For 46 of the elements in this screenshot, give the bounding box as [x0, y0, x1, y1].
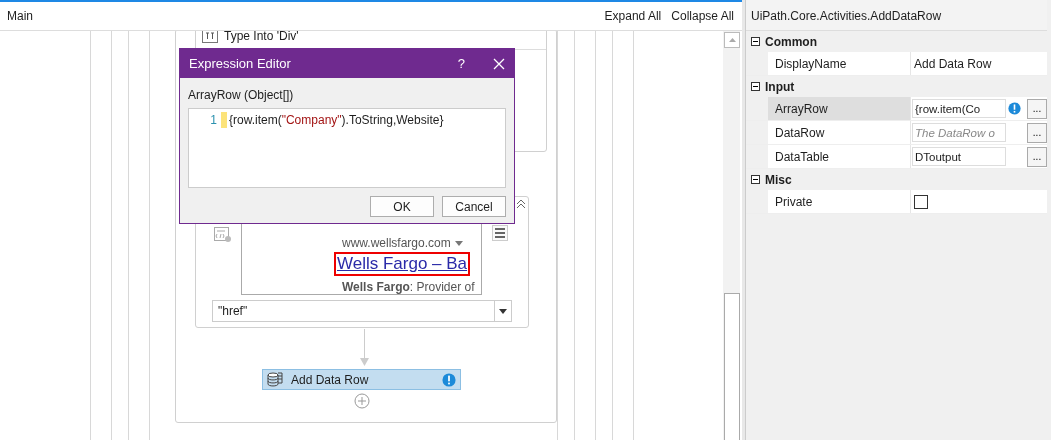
- property-field[interactable]: The DataRow o: [912, 123, 1006, 142]
- property-field[interactable]: DToutput: [912, 147, 1006, 166]
- ellipsis-button[interactable]: ...: [1027, 122, 1047, 143]
- property-value[interactable]: Add Data Row: [911, 52, 1047, 75]
- collapse-icon[interactable]: [751, 175, 760, 184]
- category-header: Misc: [765, 172, 792, 187]
- collapse-icon[interactable]: [751, 37, 760, 46]
- caret-icon: [499, 308, 507, 314]
- category-header: Common: [765, 34, 817, 49]
- dialog-button[interactable]: Cancel: [442, 196, 506, 217]
- category-header: Input: [765, 79, 795, 94]
- result-url: www.wellsfargo.com: [342, 236, 463, 250]
- menu-icon[interactable]: [492, 225, 508, 241]
- change-marker: [221, 112, 227, 128]
- checkbox[interactable]: [914, 194, 928, 209]
- code-text: {row.item("Company").ToString,Website}: [229, 113, 444, 127]
- activity-title: Type Into 'Div': [224, 31, 299, 43]
- vertical-scrollbar[interactable]: [723, 31, 740, 440]
- activity-label: Add Data Row: [291, 372, 370, 387]
- database-icon: [267, 372, 283, 387]
- caret-icon: [454, 240, 463, 246]
- property-name[interactable]: ArrayRow: [768, 97, 911, 120]
- property-name[interactable]: DisplayName: [768, 52, 911, 75]
- property-name[interactable]: DataRow: [768, 121, 911, 144]
- toolbar-link[interactable]: Expand All: [604, 9, 662, 23]
- ellipsis-button[interactable]: ...: [1027, 146, 1047, 167]
- attribute-dropdown[interactable]: "href": [212, 300, 512, 322]
- property-name[interactable]: Private: [768, 190, 911, 213]
- add-data-row-activity[interactable]: Add Data Row: [262, 369, 461, 390]
- dialog-button[interactable]: OK: [370, 196, 434, 217]
- connector-arrow: [360, 329, 369, 367]
- expression-label: ArrayRow (Object[]): [187, 87, 295, 104]
- toolbar-link[interactable]: Collapse All: [671, 9, 734, 23]
- result-snippet: Wells Fargo: Provider of: [342, 280, 475, 294]
- tab-title[interactable]: Main: [7, 9, 33, 23]
- help-button[interactable]: ?: [457, 56, 465, 71]
- collapse-icon[interactable]: [751, 82, 760, 91]
- property-field[interactable]: {row.item(Co: [912, 99, 1006, 118]
- code-editor[interactable]: 1 {row.item("Company").ToString,Website}: [188, 108, 506, 188]
- line-number: 1: [209, 113, 218, 127]
- ellipsis-button[interactable]: ...: [1027, 98, 1047, 119]
- result-link: Wells Fargo – Ba: [334, 252, 471, 276]
- dialog-title: Expression Editor: [189, 56, 292, 71]
- property-name[interactable]: DataTable: [768, 145, 911, 168]
- close-icon[interactable]: [493, 57, 505, 70]
- html-element-icon: [214, 227, 232, 243]
